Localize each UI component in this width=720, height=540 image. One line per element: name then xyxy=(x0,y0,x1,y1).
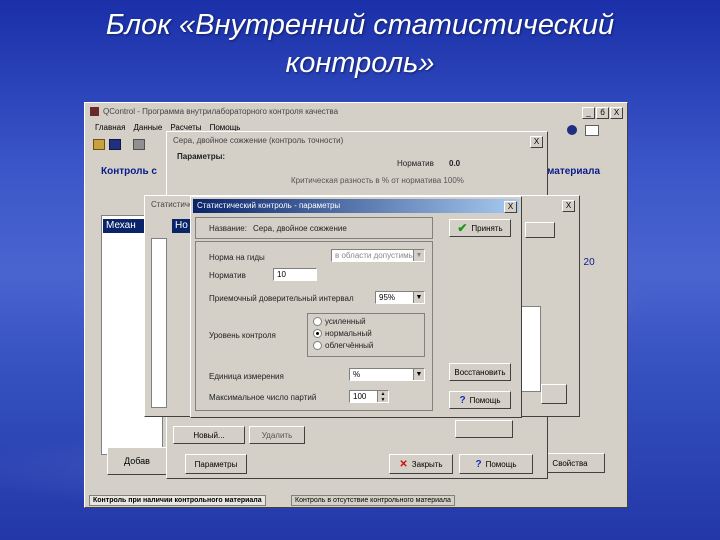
params-dialog-titlebar: Статистический контроль - параметры X xyxy=(193,199,519,213)
minimize-button[interactable]: _ xyxy=(582,107,595,119)
deviation-value: 95% xyxy=(379,293,396,302)
mail-icon[interactable] xyxy=(585,125,599,136)
params-window-titlebar: Сера, двойное сожжение (контроль точност… xyxy=(169,134,545,148)
stat-close-button[interactable]: X xyxy=(562,200,575,212)
dialog-help-label: Помощь xyxy=(469,395,501,405)
norm-type-label: Норма на гиды xyxy=(209,253,265,262)
checkmark-icon: ✔ xyxy=(457,221,468,235)
unit-select[interactable]: % ▼ xyxy=(349,368,425,381)
radio-selected-icon xyxy=(313,329,322,338)
params-label: Параметры: xyxy=(177,152,226,161)
radio-icon xyxy=(313,341,322,350)
chevron-down-icon[interactable]: ▼ xyxy=(413,292,424,303)
slide-title: Блок «Внутренний статистический контроль… xyxy=(60,6,660,82)
question-icon: ? xyxy=(459,394,466,406)
restore-button[interactable]: Восстановить xyxy=(449,363,511,381)
main-window-titlebar: QControl - Программа внутрилабораторного… xyxy=(87,105,625,119)
main-window-title: QControl - Программа внутрилабораторного… xyxy=(103,107,339,116)
params-close-button[interactable]: X xyxy=(530,136,543,148)
stepper-arrows-icon[interactable]: ▲ ▼ xyxy=(377,391,388,402)
radio-icon xyxy=(313,317,322,326)
stat-list[interactable] xyxy=(151,238,167,408)
save-icon[interactable] xyxy=(109,139,121,150)
stat-side-button-1[interactable] xyxy=(525,222,555,238)
dialog-accept-shadow xyxy=(455,420,513,438)
delete-button[interactable]: Удалить xyxy=(249,426,305,444)
slide-title-line1: Блок «Внутренний статистический xyxy=(105,9,615,41)
tab-with-control-material[interactable]: Контроль при наличии контрольного матери… xyxy=(89,495,266,506)
params-line2: Критическая разность в % от норматива 10… xyxy=(291,176,464,185)
deviation-label: Приемочный доверительный интервал xyxy=(209,294,354,303)
params-norm-value: 0.0 xyxy=(449,159,461,168)
norm-label: Норматив xyxy=(209,271,246,280)
params-dialog: Статистический контроль - параметры X На… xyxy=(190,196,522,418)
max-label: Максимальное число партий xyxy=(209,393,317,402)
norm-type-select[interactable]: в области допустимых ▼ xyxy=(331,249,425,262)
close-dialog-label: Закрыть xyxy=(411,459,443,469)
level-radio-strict[interactable]: усиленный xyxy=(313,317,366,326)
level-radio-light[interactable]: облегчённый xyxy=(313,341,373,350)
app-icon xyxy=(90,107,99,116)
close-button[interactable]: X xyxy=(610,107,623,119)
new-button[interactable]: Новый... xyxy=(173,426,245,444)
deviation-select[interactable]: 95% ▼ xyxy=(375,291,425,304)
slide-title-line2: контроль» xyxy=(285,47,435,79)
params-norm-label: Норматив xyxy=(397,159,434,168)
question-icon: ? xyxy=(475,458,482,470)
unit-value: % xyxy=(353,370,361,379)
stat-side-button-2[interactable] xyxy=(541,384,567,404)
menu-item-main[interactable]: Главная xyxy=(95,123,125,132)
add-button[interactable]: Добав xyxy=(107,447,167,475)
maximize-button[interactable]: б xyxy=(596,107,609,119)
level-normal-label: нормальный xyxy=(325,329,372,338)
level-label: Уровень контроля xyxy=(209,331,276,340)
level-strict-label: усиленный xyxy=(325,317,366,326)
cross-icon: ✕ xyxy=(399,458,408,470)
help-icon[interactable] xyxy=(567,125,577,135)
accept-label: Принять xyxy=(471,223,503,233)
tab-without-control-material[interactable]: Контроль в отсутствие контрольного матер… xyxy=(291,495,455,506)
max-value: 100 xyxy=(353,392,367,401)
params-dialog-title: Статистический контроль - параметры xyxy=(197,201,341,210)
open-icon[interactable] xyxy=(93,139,105,150)
max-stepper[interactable]: 100 ▲ ▼ xyxy=(349,390,389,403)
main-heading-right: материала xyxy=(547,166,601,177)
chevron-down-icon[interactable]: ▼ xyxy=(413,250,424,261)
params-button[interactable]: Параметры xyxy=(185,454,247,474)
menu-item-data[interactable]: Данные xyxy=(133,123,162,132)
toolbar xyxy=(93,139,145,150)
dialog-close-button[interactable]: X xyxy=(504,201,517,213)
close-dialog-button[interactable]: ✕ Закрыть xyxy=(389,454,453,474)
stat-list-selected[interactable]: Но xyxy=(172,219,192,233)
level-light-label: облегчённый xyxy=(325,341,374,350)
chevron-down-icon[interactable]: ▼ xyxy=(413,369,424,380)
params-window-title: Сера, двойное сожжение (контроль точност… xyxy=(173,136,344,145)
params-help-label: Помощь xyxy=(485,459,517,469)
name-value: Сера, двойное сожжение xyxy=(253,224,347,233)
unit-label: Единица измерения xyxy=(209,372,284,381)
norm-input[interactable]: 10 xyxy=(273,268,317,281)
dialog-help-button[interactable]: ? Помощь xyxy=(449,391,511,409)
name-label: Название: xyxy=(209,224,247,233)
level-radio-normal[interactable]: нормальный xyxy=(313,329,372,338)
main-heading-left: Контроль с xyxy=(101,166,157,177)
accept-button[interactable]: ✔ Принять xyxy=(449,219,511,237)
params-help-button[interactable]: ? Помощь xyxy=(459,454,533,474)
print-icon[interactable] xyxy=(133,139,145,150)
norm-type-value: в области допустимых xyxy=(335,251,419,260)
